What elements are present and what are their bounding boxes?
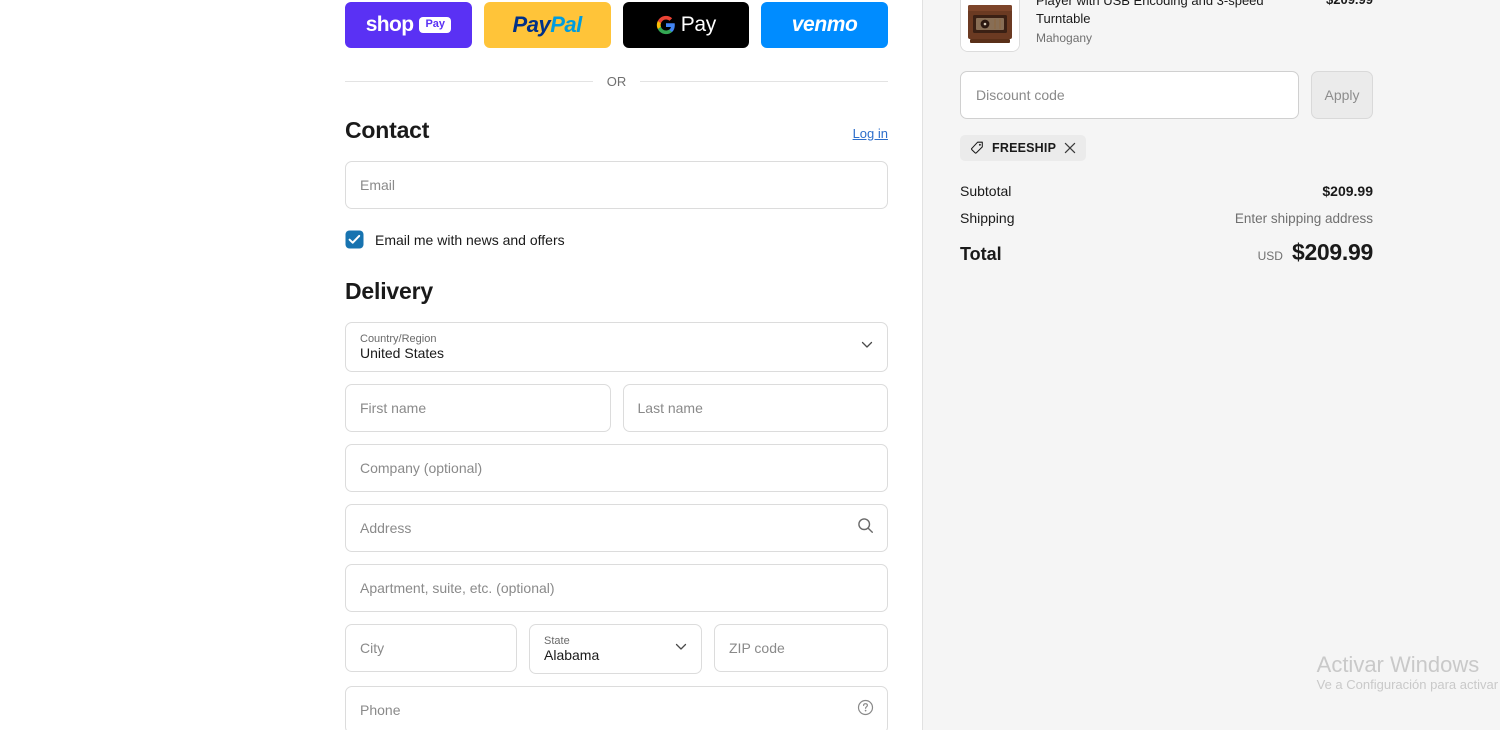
delivery-header: Delivery (345, 278, 888, 305)
newsletter-label: Email me with news and offers (375, 231, 565, 248)
or-divider: OR (345, 74, 888, 89)
subtotal-row: Subtotal $209.99 (960, 183, 1373, 199)
help-circle-icon[interactable] (857, 699, 874, 721)
name-row: First name Last name (345, 384, 888, 432)
watermark-title: Activar Windows (1316, 651, 1480, 677)
chevron-down-icon (674, 640, 688, 659)
or-label: OR (606, 74, 627, 89)
contact-title: Contact (345, 117, 430, 143)
address-placeholder: Address (360, 520, 412, 536)
remove-discount-icon[interactable] (1064, 142, 1076, 154)
company-field[interactable]: Company (optional) (345, 444, 888, 492)
email-placeholder: Email (360, 177, 396, 193)
total-currency: USD (1257, 249, 1283, 263)
zip-code-placeholder: ZIP code (729, 640, 785, 656)
login-link[interactable]: Log in (853, 126, 888, 141)
newsletter-checkbox-row[interactable]: Email me with news and offers (345, 230, 888, 249)
first-name-placeholder: First name (360, 400, 427, 416)
google-pay-button[interactable]: Pay (622, 2, 750, 48)
product-price: $209.99 (1326, 0, 1373, 7)
delivery-title: Delivery (345, 278, 433, 304)
total-value: $209.99 (1291, 239, 1373, 265)
country-region-select[interactable]: Country/Region United States (345, 322, 888, 372)
google-pay-label: Pay (680, 13, 717, 36)
divider-line-right (640, 81, 888, 82)
google-g-icon (656, 15, 676, 35)
company-placeholder: Company (optional) (360, 460, 483, 476)
applied-discount-tag: FREESHIP (960, 135, 1087, 161)
total-row: Total USD $209.99 (960, 239, 1373, 266)
apartment-field[interactable]: Apartment, suite, etc. (optional) (345, 564, 888, 612)
order-line-item: Player with USB Encoding and 3-speed Tur… (960, 0, 1373, 52)
divider-line-left (345, 81, 593, 82)
discount-row: Discount code Apply (960, 71, 1373, 119)
product-title: Player with USB Encoding and 3-speed Tur… (1036, 0, 1264, 26)
shop-pay-badge: Pay (419, 17, 452, 33)
shop-pay-label: shop (365, 13, 414, 36)
first-name-field[interactable]: First name (345, 384, 611, 432)
zip-code-field[interactable]: ZIP code (714, 624, 888, 672)
windows-activation-watermark: Activar Windows Ve a Configuración para … (1317, 652, 1500, 694)
subtotal-value: $209.99 (1322, 183, 1373, 199)
discount-code-input[interactable]: Discount code (960, 71, 1299, 119)
applied-discount-code: FREESHIP (992, 141, 1057, 155)
watermark-subtitle: Ve a Configuración para activar Windows. (1316, 677, 1500, 693)
paypal-label-pal: Pal (550, 12, 582, 37)
country-region-label: Country/Region (360, 333, 437, 346)
subtotal-label: Subtotal (960, 183, 1012, 199)
apartment-placeholder: Apartment, suite, etc. (optional) (360, 580, 555, 596)
shipping-row: Shipping Enter shipping address (960, 210, 1373, 226)
phone-field[interactable]: Phone (345, 686, 888, 730)
checkout-form-column: shop Pay Pay Pal Pay venmo OR Contact Lo… (0, 0, 922, 730)
phone-placeholder: Phone (360, 702, 401, 718)
order-summary-column: Player with USB Encoding and 3-speed Tur… (922, 0, 1500, 730)
city-state-zip-row: City State Alabama ZIP code (345, 624, 888, 674)
shop-pay-button[interactable]: shop Pay (345, 2, 472, 48)
paypal-button[interactable]: Pay Pal (483, 2, 611, 48)
express-checkout-buttons: shop Pay Pay Pal Pay venmo (345, 2, 888, 48)
product-variant: Mahogany (1036, 31, 1093, 46)
venmo-button[interactable]: venmo (761, 2, 888, 48)
contact-header: Contact Log in (345, 117, 888, 144)
last-name-field[interactable]: Last name (622, 384, 888, 432)
newsletter-checkbox[interactable] (345, 230, 364, 249)
shipping-value: Enter shipping address (1234, 211, 1373, 226)
paypal-label-pay: Pay (512, 12, 551, 37)
state-label: State (544, 635, 570, 648)
search-icon[interactable] (857, 517, 874, 539)
shipping-label: Shipping (960, 210, 1015, 226)
chevron-down-icon (860, 338, 874, 357)
state-value: Alabama (544, 647, 600, 664)
tag-icon (970, 141, 984, 155)
checkout-page: shop Pay Pay Pal Pay venmo OR Contact Lo… (0, 0, 1500, 730)
apply-discount-button[interactable]: Apply (1311, 71, 1373, 119)
address-field[interactable]: Address (345, 504, 888, 552)
city-field[interactable]: City (345, 624, 517, 672)
last-name-placeholder: Last name (637, 400, 703, 416)
total-label: Total (960, 244, 1002, 264)
product-thumbnail (960, 0, 1020, 52)
order-totals: Subtotal $209.99 Shipping Enter shipping… (960, 183, 1373, 266)
discount-code-placeholder: Discount code (976, 87, 1065, 103)
venmo-label: venmo (791, 13, 858, 36)
city-placeholder: City (360, 640, 385, 656)
state-select[interactable]: State Alabama (529, 624, 702, 674)
email-field[interactable]: Email (345, 161, 888, 209)
country-region-value: United States (360, 345, 445, 362)
